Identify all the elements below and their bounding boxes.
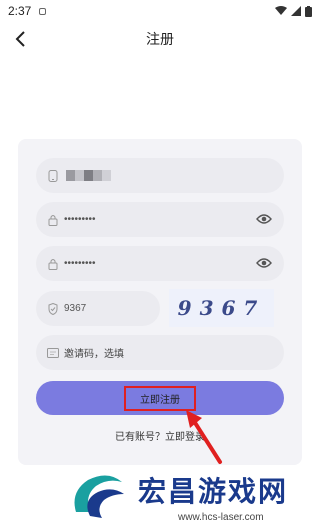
register-button-label: 立即注册 xyxy=(124,385,196,411)
signal-icon xyxy=(291,6,301,16)
blurred-phone-value xyxy=(66,170,111,181)
watermark-url: www.hcs-laser.com xyxy=(178,512,264,523)
wifi-icon xyxy=(275,6,287,15)
lock-icon xyxy=(46,213,60,227)
captcha-image[interactable]: 9 3 6 7 xyxy=(169,289,274,327)
watermark-logo-icon xyxy=(74,475,124,518)
login-link[interactable]: 已有账号？立即登录 xyxy=(0,428,320,443)
status-icons xyxy=(275,5,312,17)
invite-code-field[interactable]: 邀请码，选填 xyxy=(36,335,284,370)
shield-icon xyxy=(46,302,60,316)
chevron-left-icon xyxy=(15,31,25,47)
status-time: 2:37 xyxy=(8,4,32,18)
code-icon xyxy=(46,346,60,360)
captcha-value: 9367 xyxy=(64,303,87,314)
eye-icon[interactable] xyxy=(256,256,272,270)
captcha-digit: 9 xyxy=(177,296,200,320)
page-title: 注册 xyxy=(146,32,174,48)
phone-icon xyxy=(46,169,60,183)
captcha-digit: 3 xyxy=(199,296,222,320)
header: 注册 xyxy=(0,24,320,54)
watermark: 宏昌游戏网 www.hcs-laser.com xyxy=(60,470,320,530)
password-field[interactable]: ••••••••• xyxy=(36,202,284,237)
back-button[interactable] xyxy=(8,27,32,51)
lock-icon xyxy=(46,257,60,271)
captcha-input[interactable]: 9367 xyxy=(36,291,160,326)
confirm-password-value: ••••••••• xyxy=(64,258,96,269)
register-button[interactable]: 立即注册 xyxy=(36,381,284,415)
annotation-arrow-icon xyxy=(186,410,222,464)
watermark-title: 宏昌游戏网 xyxy=(138,475,289,508)
status-bar: 2:37 xyxy=(0,0,320,22)
password-value: ••••••••• xyxy=(64,214,96,225)
invite-placeholder: 邀请码，选填 xyxy=(64,349,124,360)
phone-field[interactable] xyxy=(36,158,284,193)
captcha-digit: 6 xyxy=(221,296,244,320)
notification-icon xyxy=(39,7,47,15)
battery-icon xyxy=(305,5,312,17)
confirm-password-field[interactable]: ••••••••• xyxy=(36,246,284,281)
eye-icon[interactable] xyxy=(256,212,272,226)
captcha-digit: 7 xyxy=(243,296,266,320)
